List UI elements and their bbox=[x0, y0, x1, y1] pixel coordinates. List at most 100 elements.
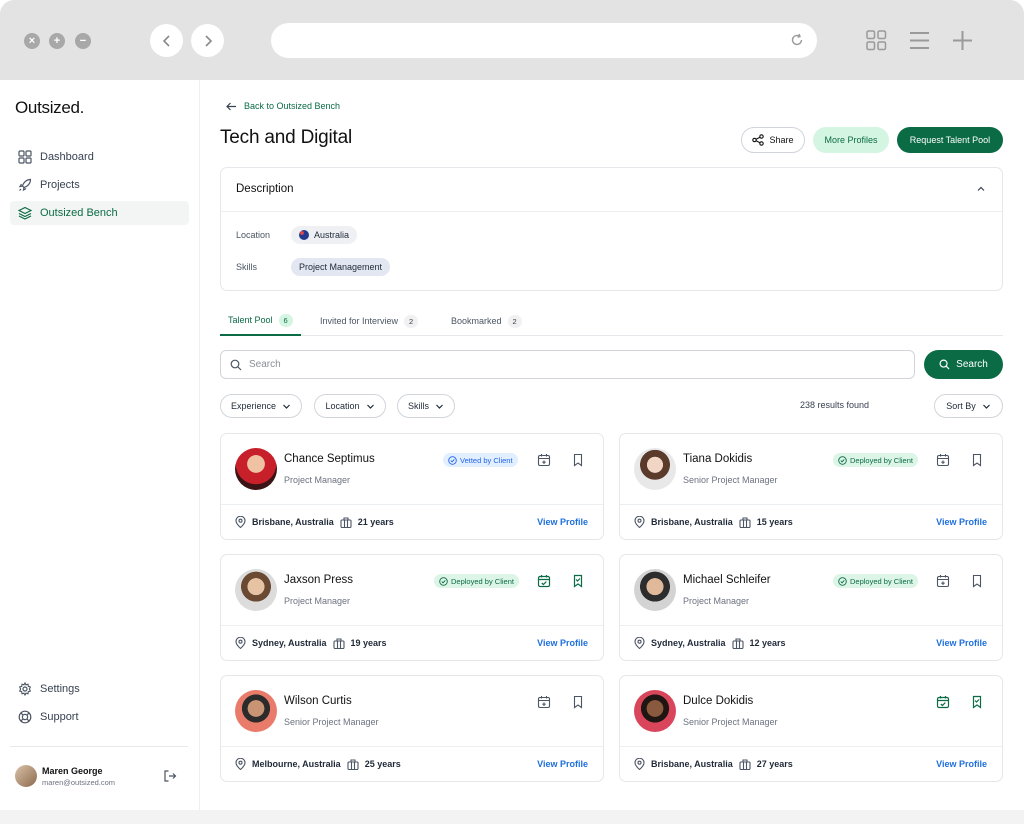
maximize-window-icon[interactable]: + bbox=[49, 33, 65, 49]
address-bar[interactable] bbox=[271, 23, 817, 58]
browser-forward-button[interactable] bbox=[191, 24, 224, 57]
tab-invited-for-interview[interactable]: Invited for Interview 2 bbox=[312, 306, 426, 336]
profile-card-header: Jaxson Press Project Manager Deployed by… bbox=[221, 555, 603, 626]
view-profile-link[interactable]: View Profile bbox=[537, 517, 588, 527]
profile-card-chance-septimus[interactable]: Chance Septimus Project Manager Vetted b… bbox=[220, 433, 604, 540]
description-panel: Description Location Australia Skills Pr… bbox=[220, 167, 1003, 291]
chevron-left-icon bbox=[162, 34, 170, 47]
profile-name[interactable]: Chance Septimus bbox=[284, 453, 375, 465]
tab-label: Bookmarked bbox=[451, 316, 502, 326]
profile-location: Brisbane, Australia bbox=[651, 759, 733, 769]
share-button[interactable]: Share bbox=[741, 127, 805, 153]
minimize-window-icon[interactable]: − bbox=[75, 33, 91, 49]
reload-icon[interactable] bbox=[789, 32, 805, 48]
bookmark-icon[interactable] bbox=[571, 453, 585, 467]
profile-name[interactable]: Wilson Curtis bbox=[284, 695, 352, 707]
user-name: Maren George bbox=[42, 766, 103, 776]
close-window-icon[interactable]: × bbox=[24, 33, 40, 49]
profile-card-header: Tiana Dokidis Senior Project Manager Dep… bbox=[620, 434, 1002, 505]
skills-filter[interactable]: Skills bbox=[397, 394, 455, 418]
sidebar-divider bbox=[10, 746, 188, 747]
profile-name[interactable]: Dulce Dokidis bbox=[683, 695, 753, 707]
bookmark-check-icon[interactable] bbox=[571, 574, 585, 588]
profile-avatar bbox=[235, 569, 277, 611]
gear-icon bbox=[18, 682, 32, 696]
briefcase-icon bbox=[332, 637, 345, 649]
search-field[interactable] bbox=[220, 350, 915, 379]
sidebar-item-settings[interactable]: Settings bbox=[10, 677, 189, 701]
profile-card-dulce-dokidis[interactable]: Dulce Dokidis Senior Project Manager Bri… bbox=[619, 675, 1003, 782]
chevron-down-icon bbox=[436, 404, 443, 409]
experience-filter[interactable]: Experience bbox=[220, 394, 302, 418]
browser-back-button[interactable] bbox=[150, 24, 183, 57]
view-profile-link[interactable]: View Profile bbox=[537, 638, 588, 648]
tab-count-badge: 2 bbox=[507, 314, 522, 328]
briefcase-icon bbox=[739, 516, 751, 528]
bookmark-check-icon[interactable] bbox=[970, 695, 984, 709]
profile-name[interactable]: Michael Schleifer bbox=[683, 574, 771, 586]
description-header[interactable]: Description bbox=[221, 168, 1002, 212]
tab-bookmarked[interactable]: Bookmarked 2 bbox=[443, 306, 530, 336]
badge-label: Deployed by Client bbox=[850, 576, 913, 586]
sort-by-dropdown[interactable]: Sort By bbox=[934, 394, 1003, 418]
menu-icon[interactable] bbox=[909, 30, 930, 51]
bookmark-icon[interactable] bbox=[970, 453, 984, 467]
sidebar-item-outsized-bench[interactable]: Outsized Bench bbox=[10, 201, 189, 225]
logout-icon[interactable] bbox=[163, 769, 177, 783]
profile-card-tiana-dokidis[interactable]: Tiana Dokidis Senior Project Manager Dep… bbox=[619, 433, 1003, 540]
arrow-left-icon bbox=[226, 102, 236, 110]
profile-card-header: Wilson Curtis Senior Project Manager bbox=[221, 676, 603, 747]
view-profile-link[interactable]: View Profile bbox=[537, 759, 588, 769]
tabs-grid-icon[interactable] bbox=[866, 30, 887, 51]
calendar-check-icon[interactable] bbox=[537, 574, 551, 588]
calendar-check-icon[interactable] bbox=[936, 695, 950, 709]
sidebar-item-support[interactable]: Support bbox=[10, 705, 189, 729]
view-profile-link[interactable]: View Profile bbox=[936, 759, 987, 769]
search-input[interactable] bbox=[249, 359, 869, 370]
new-tab-icon[interactable] bbox=[952, 30, 973, 51]
back-link[interactable]: Back to Outsized Bench bbox=[226, 101, 340, 111]
rocket-icon bbox=[18, 178, 32, 192]
chevron-down-icon bbox=[366, 404, 374, 409]
outsized-logo[interactable]: Outsized. bbox=[15, 98, 84, 118]
profile-experience: 27 years bbox=[756, 759, 793, 769]
share-icon bbox=[752, 134, 765, 146]
profile-card-michael-schleifer[interactable]: Michael Schleifer Project Manager Deploy… bbox=[619, 554, 1003, 661]
search-button[interactable]: Search bbox=[924, 350, 1003, 379]
chevron-up-icon[interactable] bbox=[975, 183, 987, 195]
grid-icon bbox=[18, 150, 32, 164]
bookmark-icon[interactable] bbox=[571, 695, 585, 709]
user-profile[interactable]: Maren George maren@outsized.com bbox=[15, 765, 185, 789]
profile-name[interactable]: Jaxson Press bbox=[284, 574, 353, 586]
layers-icon bbox=[18, 206, 32, 220]
profile-card-wilson-curtis[interactable]: Wilson Curtis Senior Project Manager Mel… bbox=[220, 675, 604, 782]
profile-role: Senior Project Manager bbox=[683, 717, 778, 727]
more-profiles-button[interactable]: More Profiles bbox=[813, 127, 889, 153]
bookmark-icon[interactable] bbox=[970, 574, 984, 588]
request-talent-pool-button[interactable]: Request Talent Pool bbox=[897, 127, 1003, 153]
browser-chrome: × + − bbox=[0, 0, 1024, 80]
calendar-add-icon[interactable] bbox=[936, 453, 950, 467]
briefcase-icon bbox=[340, 516, 352, 528]
map-pin-icon bbox=[634, 516, 645, 528]
badge-label: Vetted by Client bbox=[460, 455, 513, 465]
calendar-add-icon[interactable] bbox=[537, 453, 551, 467]
profile-avatar bbox=[235, 690, 277, 732]
view-profile-link[interactable]: View Profile bbox=[936, 638, 987, 648]
location-filter[interactable]: Location bbox=[314, 394, 386, 418]
sidebar-item-label: Projects bbox=[40, 179, 80, 191]
profile-location: Sydney, Australia bbox=[651, 638, 726, 648]
tab-talent-pool[interactable]: Talent Pool 6 bbox=[220, 306, 301, 336]
calendar-add-icon[interactable] bbox=[537, 695, 551, 709]
profile-name[interactable]: Tiana Dokidis bbox=[683, 453, 752, 465]
profile-role: Project Manager bbox=[683, 596, 750, 606]
sidebar-item-dashboard[interactable]: Dashboard bbox=[10, 145, 189, 169]
profile-location: Brisbane, Australia bbox=[651, 517, 733, 527]
calendar-add-icon[interactable] bbox=[936, 574, 950, 588]
profile-avatar bbox=[634, 690, 676, 732]
sidebar-item-projects[interactable]: Projects bbox=[10, 173, 189, 197]
profile-card-jaxson-press[interactable]: Jaxson Press Project Manager Deployed by… bbox=[220, 554, 604, 661]
view-profile-link[interactable]: View Profile bbox=[936, 517, 987, 527]
location-chip: Australia bbox=[291, 226, 358, 244]
profile-location: Brisbane, Australia bbox=[252, 517, 334, 527]
